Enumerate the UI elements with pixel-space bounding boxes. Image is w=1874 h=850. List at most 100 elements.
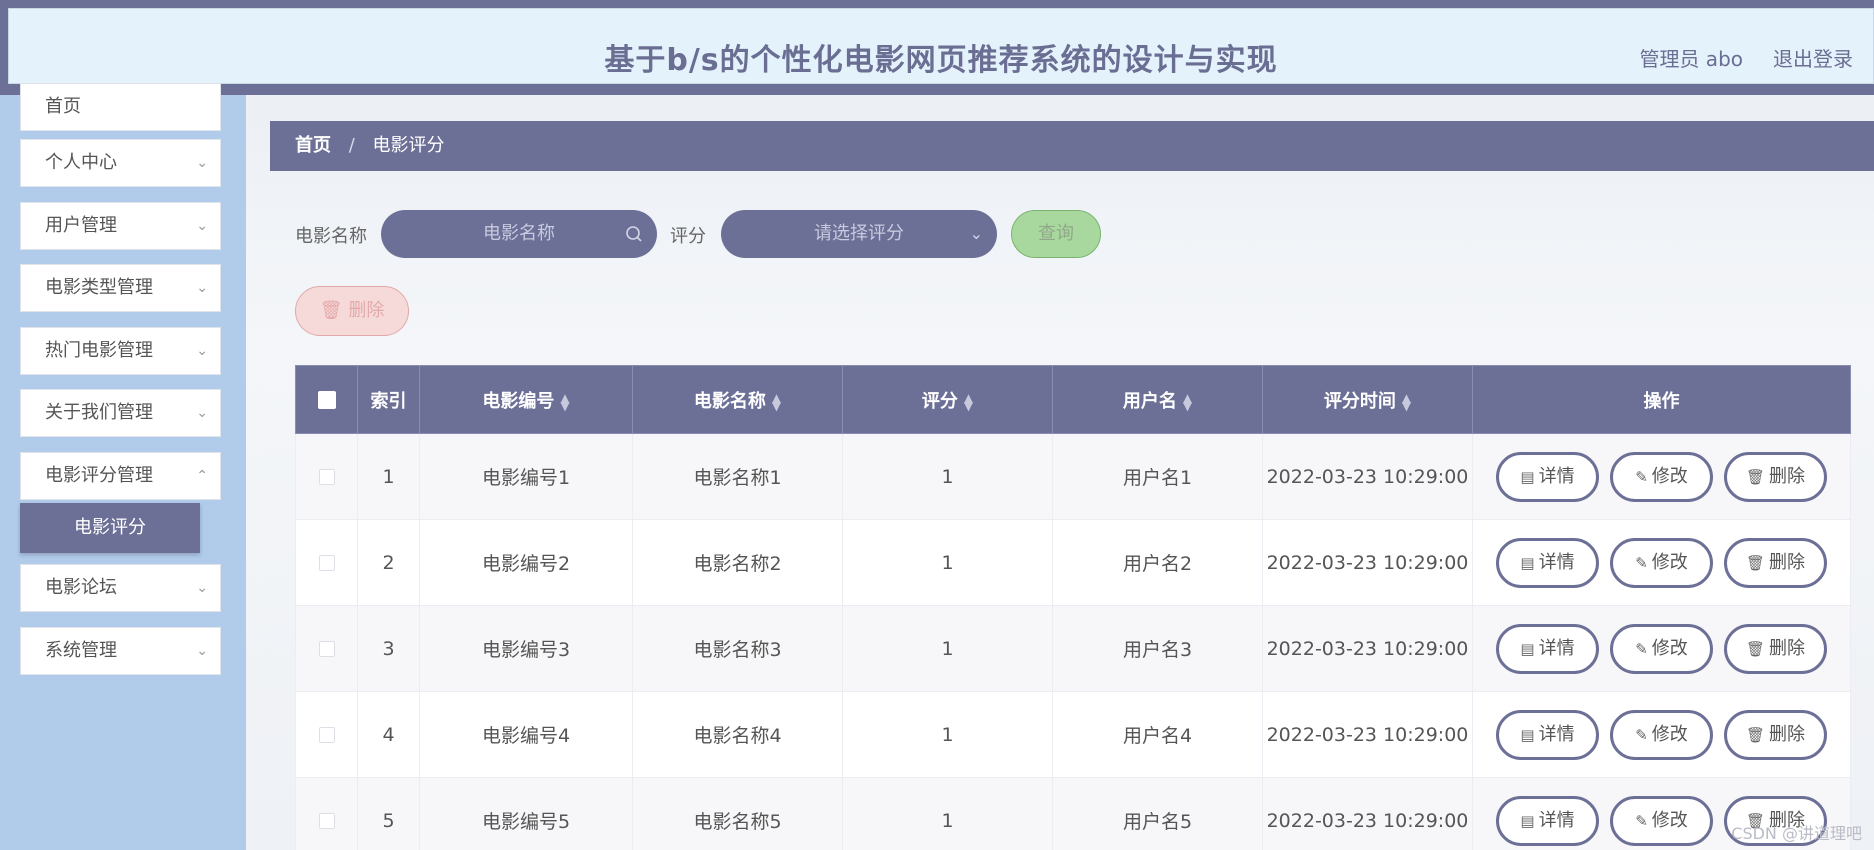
cell-movie-name: 电影名称3 [632,605,843,692]
movie-name-label: 电影名称 [295,226,367,247]
sort-icon[interactable]: ▲ ▼ [772,392,781,412]
batch-delete-button[interactable]: 🗑 删除 [295,286,409,336]
sidebar-item-hot-movie-management[interactable]: 热门电影管理 ⌄ [20,327,221,375]
delete-button-label: 删除 [1769,551,1806,573]
logout-link[interactable]: 退出登录 [1773,43,1853,72]
detail-button[interactable]: ▤ 详情 [1496,623,1599,674]
chevron-up-icon: ⌃ [196,468,208,484]
sidebar-item-label: 个人中心 [45,152,117,173]
batch-delete-label: 删除 [348,300,385,321]
row-checkbox[interactable] [318,469,335,485]
col-rating-time-label: 评分时间 [1323,390,1396,412]
detail-button[interactable]: ▤ 详情 [1496,709,1599,760]
detail-button[interactable]: ▤ 详情 [1496,795,1599,846]
cell-index: 1 [357,433,420,520]
table-row: 4 电影编号4 电影名称4 1 用户名4 2022-03-23 10:29:00 ▤ 详情 ✎ 修… [295,691,1851,778]
detail-button-label: 详情 [1538,809,1575,831]
edit-button[interactable]: ✎ 修改 [1610,537,1713,588]
sort-icon[interactable]: ▲ ▼ [560,392,569,412]
detail-button-label: 详情 [1538,551,1575,573]
cell-score: 1 [842,605,1053,692]
chevron-down-icon: ⌄ [196,218,208,234]
cell-score: 1 [842,777,1053,850]
pencil-icon: ✎ [1635,639,1648,658]
delete-button[interactable]: 🗑 删除 [1724,537,1827,588]
sidebar-item-user-management[interactable]: 用户管理 ⌄ [20,202,221,250]
score-select[interactable]: 请选择评分 ⌄ [721,210,997,258]
col-movie-code[interactable]: 电影编号 ▲ ▼ [419,365,633,434]
sidebar-item-label: 电影类型管理 [45,277,153,298]
detail-button-label: 详情 [1538,637,1575,659]
table-row: 2 电影编号2 电影名称2 1 用户名2 2022-03-23 10:29:00 ▤ 详情 ✎ 修… [295,519,1851,606]
col-rating-time[interactable]: 评分时间 ▲ ▼ [1262,365,1473,434]
delete-button-label: 删除 [1769,465,1806,487]
cell-movie-code: 电影编号3 [419,605,633,692]
sidebar-item-movie-forum[interactable]: 电影论坛 ⌄ [20,564,221,612]
movie-name-input[interactable]: 电影名称 [381,210,657,258]
sidebar-item-personal-center[interactable]: 个人中心 ⌄ [20,139,221,187]
row-checkbox[interactable] [318,555,335,571]
search-icon [625,210,643,258]
cell-username: 用户名2 [1052,519,1263,606]
select-all-header [295,365,358,434]
cell-index: 4 [357,691,420,778]
select-all-checkbox[interactable] [317,391,336,409]
sidebar-item-home[interactable]: 首页 [20,83,221,131]
edit-button-label: 修改 [1651,465,1688,487]
chevron-down-icon: ⌄ [196,280,208,296]
edit-button[interactable]: ✎ 修改 [1610,795,1713,846]
col-actions: 操作 [1472,365,1851,434]
delete-button[interactable]: 🗑 删除 [1724,709,1827,760]
col-movie-name-label: 电影名称 [693,390,766,412]
sort-icon[interactable]: ▲ ▼ [1402,392,1411,412]
detail-button[interactable]: ▤ 详情 [1496,537,1599,588]
cell-movie-name: 电影名称4 [632,691,843,778]
sidebar-item-about-us-management[interactable]: 关于我们管理 ⌄ [20,389,221,437]
sidebar-subitem-label: 电影评分 [74,517,146,538]
sort-icon[interactable]: ▲ ▼ [964,392,973,412]
cell-username: 用户名4 [1052,691,1263,778]
table-row: 5 电影编号5 电影名称5 1 用户名5 2022-03-23 10:29:00 ▤ 详情 ✎ 修… [295,777,1851,850]
trash-icon: 🗑 [1745,553,1766,572]
header-user-area: 管理员 abo 退出登录 [1639,43,1853,72]
admin-user-label[interactable]: 管理员 abo [1639,43,1743,72]
document-icon: ▤ [1520,639,1535,658]
col-score[interactable]: 评分 ▲ ▼ [842,365,1053,434]
chevron-down-icon: ⌄ [196,155,208,171]
sidebar-item-label: 用户管理 [45,215,117,236]
sidebar-subitem-movie-rating[interactable]: 电影评分 [20,503,200,553]
chevron-down-icon: ⌄ [196,580,208,596]
row-checkbox[interactable] [318,813,335,829]
query-button[interactable]: 查询 [1011,210,1101,258]
col-username[interactable]: 用户名 ▲ ▼ [1052,365,1263,434]
delete-button[interactable]: 🗑 删除 [1724,451,1827,502]
sidebar-item-label: 电影评分管理 [45,465,153,486]
cell-actions: ▤ 详情 ✎ 修改 🗑 删除 [1472,691,1851,778]
cell-username: 用户名1 [1052,433,1263,520]
col-username-label: 用户名 [1122,390,1177,412]
sidebar-item-movie-type-management[interactable]: 电影类型管理 ⌄ [20,264,221,312]
sidebar-item-system-management[interactable]: 系统管理 ⌄ [20,627,221,675]
table-row: 1 电影编号1 电影名称1 1 用户名1 2022-03-23 10:29:00 ▤ 详情 ✎ 修… [295,433,1851,520]
cell-score: 1 [842,433,1053,520]
sidebar-item-movie-rating-management[interactable]: 电影评分管理 ⌃ [20,452,221,500]
row-checkbox[interactable] [318,641,335,657]
breadcrumb: 首页 / 电影评分 [270,121,1874,171]
cell-index: 5 [357,777,420,850]
row-checkbox-cell [295,519,358,606]
document-icon: ▤ [1520,553,1535,572]
col-score-label: 评分 [921,390,958,412]
breadcrumb-separator: / [348,135,355,156]
detail-button[interactable]: ▤ 详情 [1496,451,1599,502]
delete-button[interactable]: 🗑 删除 [1724,623,1827,674]
sort-icon[interactable]: ▲ ▼ [1183,392,1192,412]
edit-button[interactable]: ✎ 修改 [1610,623,1713,674]
breadcrumb-home[interactable]: 首页 [295,135,331,156]
cell-index: 2 [357,519,420,606]
cell-movie-name: 电影名称5 [632,777,843,850]
row-checkbox[interactable] [318,727,335,743]
edit-button[interactable]: ✎ 修改 [1610,709,1713,760]
edit-button[interactable]: ✎ 修改 [1610,451,1713,502]
col-movie-name[interactable]: 电影名称 ▲ ▼ [632,365,843,434]
delete-button-label: 删除 [1769,637,1806,659]
